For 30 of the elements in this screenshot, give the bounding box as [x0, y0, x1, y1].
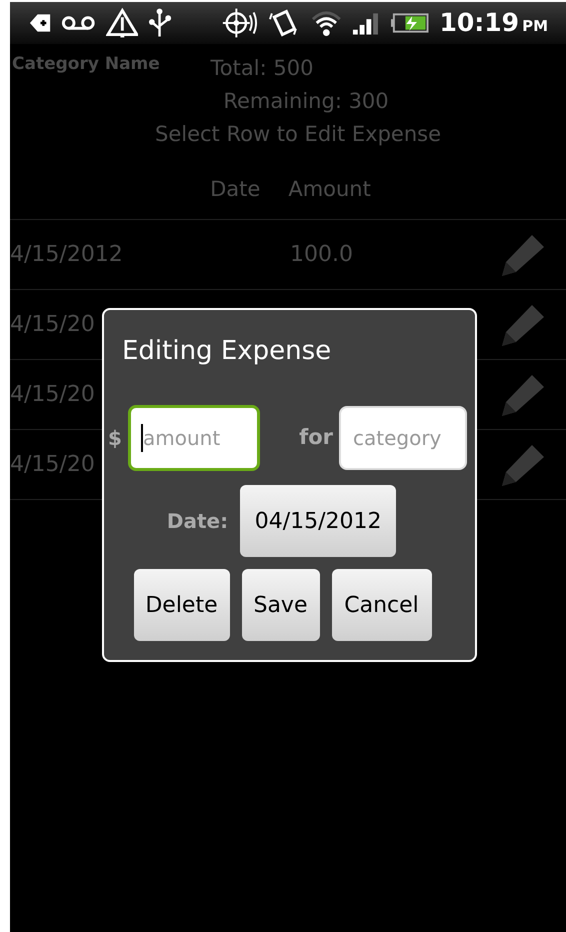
dialog-button[interactable]: Delete [134, 569, 230, 641]
amount-cell-text: 100.0 [290, 241, 354, 269]
for-label: for [299, 424, 333, 452]
amount-field[interactable]: amount [128, 405, 260, 471]
text-cursor [141, 424, 143, 452]
date-cell-text: 4/15/20 [10, 381, 96, 409]
warning-icon [106, 7, 138, 39]
tag-icon [28, 12, 52, 34]
category-name: Category Name [12, 53, 160, 76]
currency-label: $ [108, 425, 123, 452]
vibrate-icon [268, 7, 300, 39]
dialog-button[interactable]: Save [242, 569, 320, 641]
date-cell-text: 4/15/20 [10, 451, 96, 479]
date-label: Date: [166, 508, 228, 535]
clock-period: PM [522, 16, 548, 38]
date-cell-text: 4/15/20 [10, 311, 96, 339]
battery-icon [391, 12, 430, 34]
usb-icon [148, 7, 174, 39]
instruction-text: Select Row to Edit Expense [154, 121, 442, 148]
dialog-title: Editing Expense [122, 335, 332, 368]
clock-time: 10:19 [440, 7, 520, 40]
category-field[interactable]: category [339, 406, 467, 470]
voicemail-icon [61, 15, 96, 31]
dialog-button[interactable]: Cancel [332, 569, 432, 641]
total-label: Total: 500 [210, 55, 314, 82]
date-picker-button[interactable]: 04/15/2012 [240, 485, 396, 557]
column-header: Amount [288, 176, 371, 203]
remaining-label: Remaining: 300 [223, 88, 389, 115]
date-cell-text: 4/15/2012 [10, 241, 124, 269]
column-header: Date [210, 176, 260, 203]
